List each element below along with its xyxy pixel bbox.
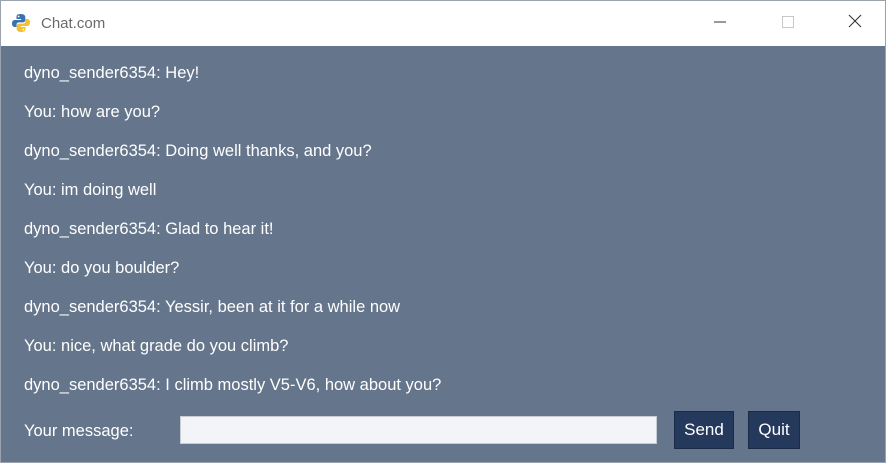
quit-button[interactable]: Quit — [748, 411, 800, 449]
minimize-icon — [714, 15, 726, 33]
message-item: dyno_sender6354: Doing well thanks, and … — [24, 142, 372, 160]
close-button[interactable] — [832, 1, 878, 46]
python-icon — [11, 13, 31, 33]
maximize-icon — [782, 15, 794, 33]
message-label: Your message: — [24, 422, 134, 440]
title-bar[interactable]: Chat.com — [1, 1, 885, 46]
chat-window: Chat.com dyno_sender6354: Hey! You: how … — [0, 0, 886, 463]
message-item: You: how are you? — [24, 103, 161, 121]
minimize-button[interactable] — [697, 1, 743, 46]
message-item: You: im doing well — [24, 181, 157, 199]
chat-area: dyno_sender6354: Hey! You: how are you? … — [1, 46, 885, 462]
send-button[interactable]: Send — [674, 411, 734, 449]
message-item: dyno_sender6354: Glad to hear it! — [24, 220, 274, 238]
message-item: dyno_sender6354: I climb mostly V5-V6, h… — [24, 376, 442, 394]
message-item: dyno_sender6354: Yessir, been at it for … — [24, 298, 401, 316]
close-icon — [848, 14, 862, 33]
message-item: You: nice, what grade do you climb? — [24, 337, 289, 355]
message-list: dyno_sender6354: Hey! You: how are you? … — [24, 63, 441, 414]
message-input[interactable] — [180, 416, 657, 444]
message-item: dyno_sender6354: Hey! — [24, 64, 200, 82]
window-title: Chat.com — [41, 15, 106, 32]
message-item: You: do you boulder? — [24, 259, 180, 277]
maximize-button[interactable] — [765, 1, 811, 46]
